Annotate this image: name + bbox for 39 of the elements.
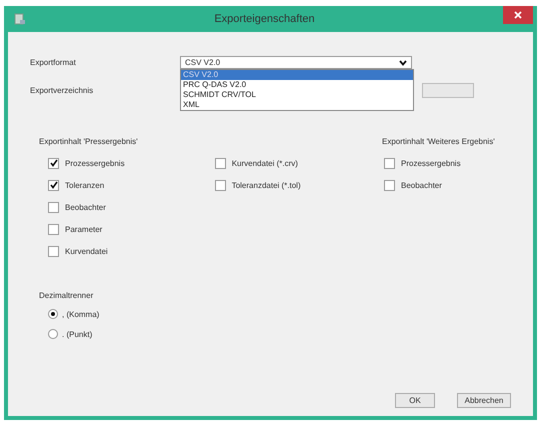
- radio-label: , (Komma): [62, 310, 100, 318]
- ok-button[interactable]: OK: [395, 393, 435, 408]
- group-title: Exportinhalt 'Pressergebnis': [39, 137, 138, 146]
- checkbox[interactable]: [48, 158, 59, 168]
- cancel-button[interactable]: Abbrechen: [457, 393, 511, 408]
- radio-button[interactable]: [48, 329, 58, 339]
- dropdown-option[interactable]: PRC Q-DAS V2.0: [181, 80, 413, 90]
- field-label: Exportverzeichnis: [30, 86, 94, 95]
- group-title: Exportinhalt 'Weiteres Ergebnis': [382, 137, 495, 146]
- browse-button[interactable]: [422, 83, 474, 98]
- caret-icon: [399, 60, 407, 66]
- checkbox[interactable]: [48, 224, 59, 234]
- checkbox[interactable]: [48, 246, 59, 256]
- checkbox[interactable]: [48, 180, 59, 190]
- checkbox-label: Kurvendatei: [65, 246, 108, 256]
- radio-label: . (Punkt): [62, 330, 92, 338]
- app-icon: [14, 13, 26, 25]
- checkbox-label: Prozessergebnis: [65, 158, 125, 168]
- checkbox-label: Beobachter: [401, 180, 442, 190]
- checkbox[interactable]: [48, 202, 59, 212]
- checkbox-label: Kurvendatei (*.crv): [232, 158, 298, 168]
- checkbox[interactable]: [214, 180, 226, 190]
- dropdown-option[interactable]: SCHMIDT CRV/TOL: [181, 90, 413, 100]
- checkbox-label: Toleranzen: [65, 180, 104, 190]
- checkbox[interactable]: [384, 158, 395, 168]
- dropdown-value: CSV V2.0: [185, 58, 220, 67]
- group-title: Dezimaltrenner: [39, 291, 94, 300]
- close-button[interactable]: [503, 6, 533, 24]
- checkbox[interactable]: [214, 158, 226, 168]
- checkbox[interactable]: [384, 180, 395, 190]
- checkbox-label: Toleranzdatei (*.tol): [232, 180, 301, 190]
- checkbox-label: Parameter: [65, 224, 102, 234]
- checkbox-label: Beobachter: [65, 202, 106, 212]
- field-label: Exportformat: [30, 58, 77, 67]
- checkbox-label: Prozessergebnis: [401, 158, 461, 168]
- window-title: Exporteigenschaften: [213, 13, 316, 25]
- dropdown-option[interactable]: XML: [181, 100, 413, 110]
- close-icon: [514, 11, 522, 19]
- radio-button[interactable]: [48, 309, 58, 319]
